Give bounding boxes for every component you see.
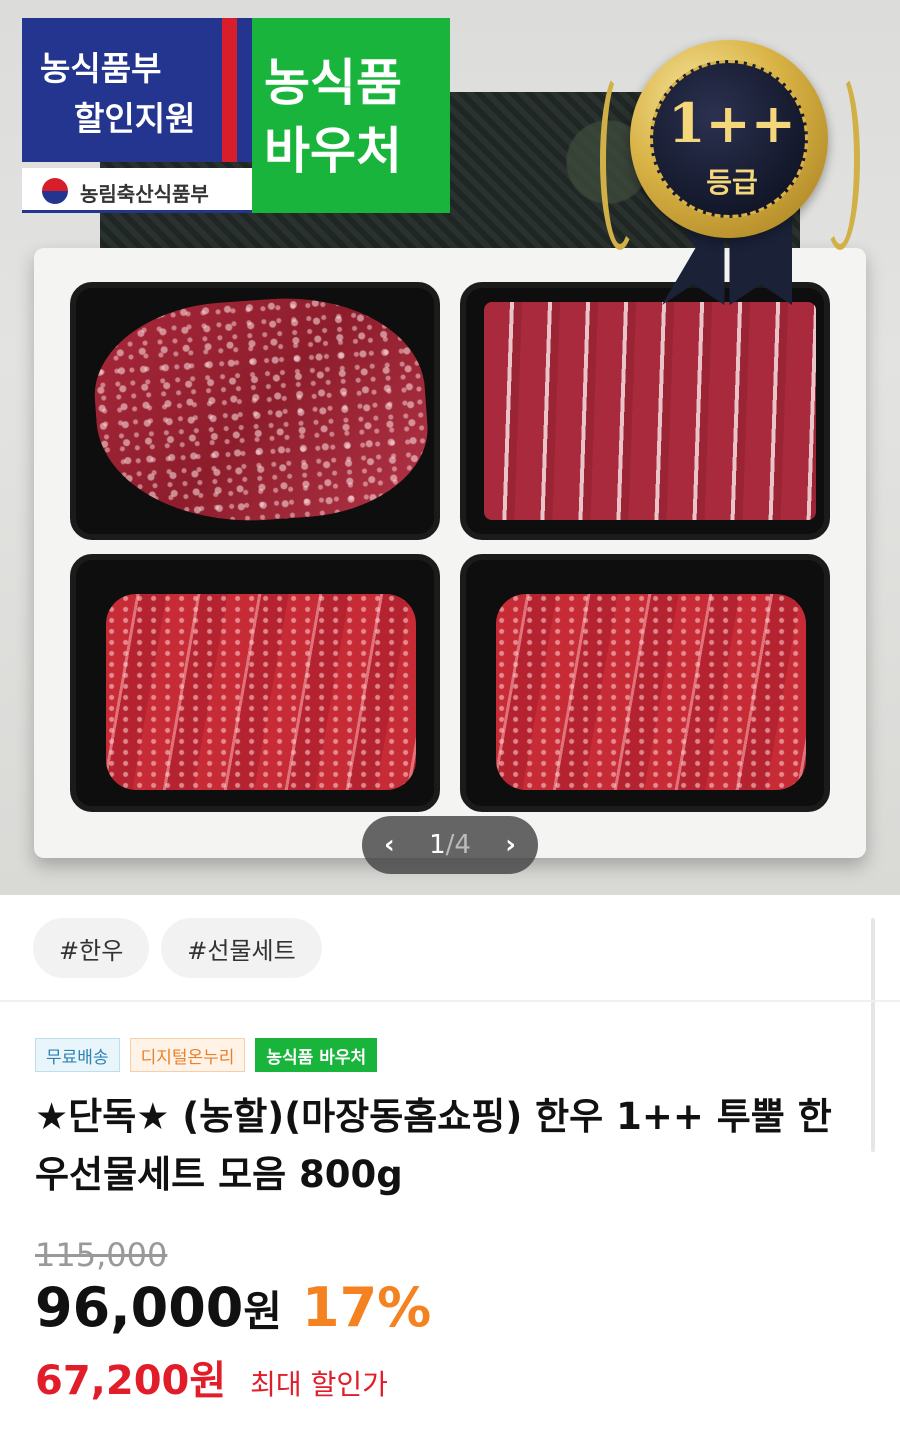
grade-label: 등급 (706, 166, 758, 199)
product-image-carousel[interactable]: 농식품부 할인지원 농림축산식품부 농식품 바우처 1++ 등급 ‹ 1/4 › (0, 0, 900, 895)
original-price: 115,000 (35, 1236, 168, 1274)
digital-onnuri-label: 디지털온누리 (129, 1038, 246, 1072)
gov-discount-badge: 농식품부 할인지원 농림축산식품부 (22, 18, 252, 213)
hashtag-list: #한우 #선물세트 (33, 918, 322, 978)
page-indicator: 1/4 (429, 830, 471, 860)
voucher-badge: 농식품 바우처 (252, 18, 450, 213)
currency-unit: 원 (243, 1287, 283, 1336)
section-divider (0, 1000, 900, 1002)
voucher-label: 농식품 바우처 (255, 1038, 378, 1072)
prev-image-button[interactable]: ‹ (384, 832, 395, 858)
next-image-button[interactable]: › (505, 832, 516, 858)
max-discount-row: 67,200원 최대 할인가 (35, 1348, 388, 1406)
grade-value: 1++ (667, 91, 797, 155)
meat-tray-cell (460, 282, 830, 540)
meat-tray-cell (70, 282, 440, 540)
sale-price-value: 96,000 (35, 1276, 244, 1339)
sale-price-row: 96,000원 17% (35, 1276, 431, 1339)
meat-tray-cell (460, 554, 830, 812)
hashtag-chip[interactable]: #한우 (33, 918, 150, 978)
laurel-icon (820, 70, 860, 250)
sale-price: 96,000원 (35, 1276, 282, 1339)
product-title: ★단독★ (농할)(마장동홈쇼핑) 한우 1++ 투뿔 한우선물세트 모음 80… (35, 1095, 832, 1196)
max-discount-label: 최대 할인가 (250, 1368, 388, 1401)
free-shipping-label: 무료배송 (35, 1038, 120, 1072)
gov-badge-line2: 할인지원 (74, 99, 196, 138)
product-labels: 무료배송 디지털온누리 농식품 바우처 (35, 1038, 378, 1072)
scrollbar[interactable] (871, 918, 875, 1152)
gov-badge-line1: 농식품부 (40, 49, 162, 88)
taeguk-logo-icon (42, 178, 68, 204)
ministry-name: 농림축산식품부 (80, 182, 209, 206)
hashtag-chip[interactable]: #선물세트 (161, 918, 322, 978)
current-page: 1 (429, 830, 446, 860)
grade-medal: 1++ 등급 (600, 30, 860, 305)
voucher-badge-line1: 농식품 (264, 54, 402, 112)
discount-rate: 17% (302, 1276, 432, 1339)
meat-tray-image (34, 248, 866, 858)
meat-tray-cell (70, 554, 440, 812)
total-pages: 4 (454, 830, 471, 860)
image-pager: ‹ 1/4 › (362, 816, 538, 874)
voucher-badge-line2: 바우처 (264, 122, 402, 180)
max-discount-price: 67,200원 (35, 1358, 227, 1404)
